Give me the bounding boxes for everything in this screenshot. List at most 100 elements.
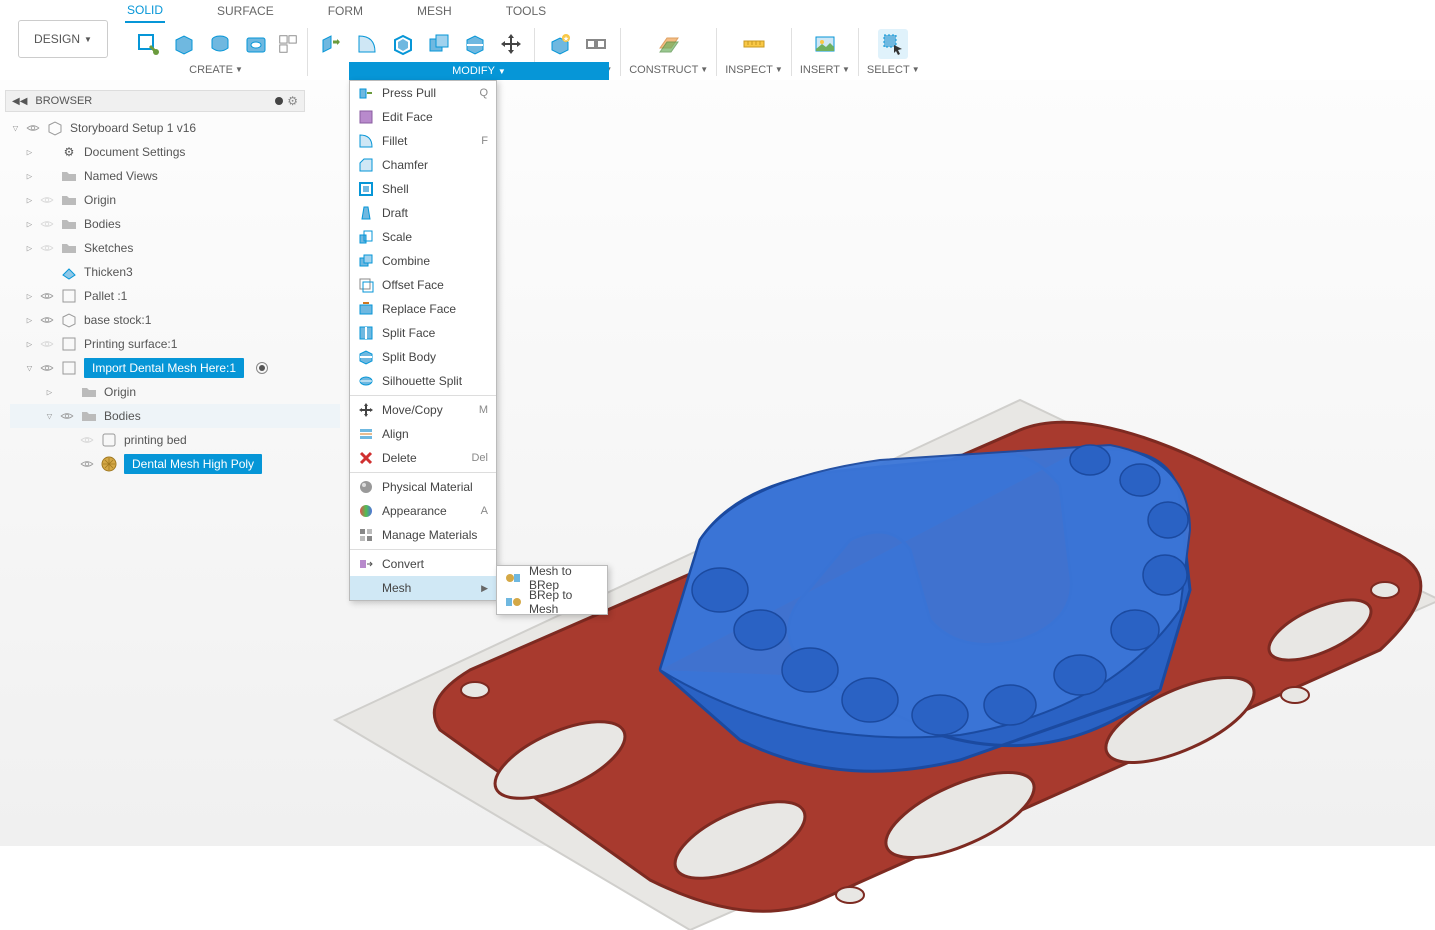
fillet-icon[interactable] <box>352 29 382 59</box>
modify-dropdown-menu: Press PullQ Edit Face FilletF Chamfer Sh… <box>349 80 497 601</box>
menu-fillet[interactable]: FilletF <box>350 129 496 153</box>
eye-icon[interactable] <box>40 313 54 327</box>
folder-icon <box>60 191 78 209</box>
status-dot-icon <box>275 97 283 105</box>
tab-form[interactable]: FORM <box>326 0 365 22</box>
tree-sketches[interactable]: Sketches <box>10 236 340 260</box>
menu-convert[interactable]: Convert <box>350 552 496 576</box>
tree-dental-mesh[interactable]: Dental Mesh High Poly <box>10 452 340 476</box>
tree-bodies2[interactable]: Bodies <box>10 404 340 428</box>
component-icon <box>60 335 78 353</box>
hole-icon[interactable] <box>241 29 271 59</box>
eye-icon[interactable] <box>80 457 94 471</box>
tree-printing-surface[interactable]: Printing surface:1 <box>10 332 340 356</box>
menu-appearance[interactable]: AppearanceA <box>350 499 496 523</box>
eye-icon[interactable] <box>40 361 54 375</box>
menu-chamfer[interactable]: Chamfer <box>350 153 496 177</box>
activate-radio-icon[interactable] <box>256 362 268 374</box>
menu-silhouette[interactable]: Silhouette Split <box>350 369 496 393</box>
sketch-icon[interactable] <box>133 29 163 59</box>
toolgroup-inspect-label[interactable]: INSPECT▼ <box>725 64 783 76</box>
offsetface-icon <box>358 277 374 293</box>
tree-named-views[interactable]: Named Views <box>10 164 340 188</box>
menu-delete[interactable]: DeleteDel <box>350 446 496 470</box>
menu-manage-materials[interactable]: Manage Materials <box>350 523 496 547</box>
tree-origin[interactable]: Origin <box>10 188 340 212</box>
tree-printing-bed[interactable]: printing bed <box>10 428 340 452</box>
select-icon[interactable] <box>878 29 908 59</box>
tree-base-stock[interactable]: base stock:1 <box>10 308 340 332</box>
split-icon[interactable] <box>460 29 490 59</box>
construct-plane-icon[interactable] <box>654 29 684 59</box>
menu-draft[interactable]: Draft <box>350 201 496 225</box>
tree-origin2[interactable]: Origin <box>10 380 340 404</box>
splitface-icon <box>358 325 374 341</box>
menu-split-face[interactable]: Split Face <box>350 321 496 345</box>
eye-icon[interactable] <box>26 121 40 135</box>
menu-split-body[interactable]: Split Body <box>350 345 496 369</box>
eye-icon[interactable] <box>40 289 54 303</box>
menu-offset-face[interactable]: Offset Face <box>350 273 496 297</box>
measure-icon[interactable] <box>739 29 769 59</box>
tree-bodies[interactable]: Bodies <box>10 212 340 236</box>
move-icon[interactable] <box>496 29 526 59</box>
gear-icon[interactable]: ⚙ <box>287 94 298 108</box>
menu-scale[interactable]: Scale <box>350 225 496 249</box>
menu-press-pull[interactable]: Press PullQ <box>350 81 496 105</box>
eye-icon[interactable] <box>40 193 54 207</box>
menu-edit-face[interactable]: Edit Face <box>350 105 496 129</box>
insert-image-icon[interactable] <box>810 29 840 59</box>
tree-root[interactable]: Storyboard Setup 1 v16 <box>10 116 340 140</box>
new-component-icon[interactable]: ★ <box>545 29 575 59</box>
menu-brep-to-mesh[interactable]: BRep to Mesh <box>497 590 607 614</box>
eye-icon[interactable] <box>40 337 54 351</box>
eye-icon[interactable] <box>80 433 94 447</box>
eye-icon[interactable] <box>40 241 54 255</box>
menu-align[interactable]: Align <box>350 422 496 446</box>
design-workspace-button[interactable]: DESIGN ▼ <box>18 20 108 58</box>
component-icon <box>60 287 78 305</box>
eye-icon[interactable] <box>40 217 54 231</box>
tab-solid[interactable]: SOLID <box>125 0 165 23</box>
menu-mesh-submenu[interactable]: Mesh▶ <box>350 576 496 600</box>
menu-physical-material[interactable]: Physical Material <box>350 475 496 499</box>
tab-tools[interactable]: TOOLS <box>504 0 548 22</box>
collapse-icon[interactable]: ◀◀ <box>12 96 27 107</box>
editface-icon <box>358 109 374 125</box>
combine-icon[interactable] <box>424 29 454 59</box>
tab-mesh[interactable]: MESH <box>415 0 454 22</box>
toolgroup-create-label[interactable]: CREATE▼ <box>189 64 243 76</box>
create-misc-icon[interactable] <box>277 33 299 55</box>
tab-surface[interactable]: SURFACE <box>215 0 276 22</box>
menu-shell[interactable]: Shell <box>350 177 496 201</box>
chevron-down-icon: ▼ <box>235 65 243 74</box>
folder-icon <box>80 383 98 401</box>
extrude-icon[interactable] <box>169 29 199 59</box>
eye-icon[interactable] <box>60 409 74 423</box>
revolve-icon[interactable] <box>205 29 235 59</box>
toolgroup-select-label[interactable]: SELECT▼ <box>867 64 920 76</box>
tree-doc-settings[interactable]: ⚙ Document Settings <box>10 140 340 164</box>
menu-move-copy[interactable]: Move/CopyM <box>350 398 496 422</box>
tree-thicken[interactable]: Thicken3 <box>10 260 340 284</box>
toolgroup-insert-label[interactable]: INSERT▼ <box>800 64 850 76</box>
browser-panel-header[interactable]: ◀◀ BROWSER ⚙ <box>5 90 305 112</box>
toolgroup-construct-label[interactable]: CONSTRUCT▼ <box>629 64 708 76</box>
toolgroup-create: CREATE▼ <box>125 28 308 76</box>
presspull-icon[interactable] <box>316 29 346 59</box>
modify-dropdown-header[interactable]: MODIFY ▼ <box>349 62 609 80</box>
menu-replace-face[interactable]: Replace Face <box>350 297 496 321</box>
replaceface-icon <box>358 301 374 317</box>
tree-import-dental[interactable]: Import Dental Mesh Here:1 <box>10 356 340 380</box>
silhouette-icon <box>358 373 374 389</box>
component-icon <box>46 119 64 137</box>
joint-icon[interactable] <box>581 29 611 59</box>
modify-label: MODIFY <box>452 65 495 77</box>
menu-combine[interactable]: Combine <box>350 249 496 273</box>
menu-mesh-to-brep[interactable]: Mesh to BRep <box>497 566 607 590</box>
shell-icon[interactable] <box>388 29 418 59</box>
mesh-body-icon <box>100 455 118 473</box>
toolgroup-construct: CONSTRUCT▼ <box>621 28 717 76</box>
tree-pallet[interactable]: Pallet :1 <box>10 284 340 308</box>
scale-icon <box>358 229 374 245</box>
